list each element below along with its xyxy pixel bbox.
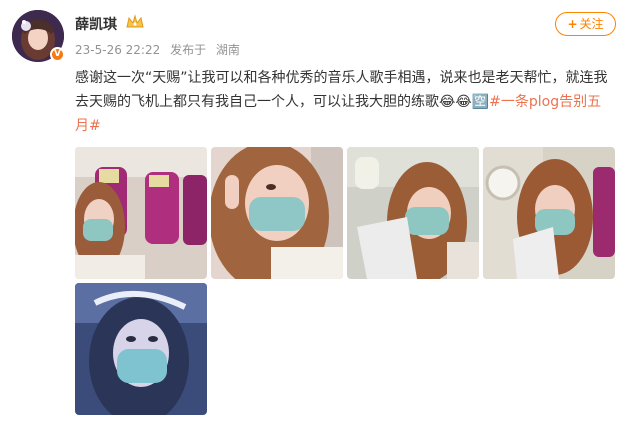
crown-icon[interactable] xyxy=(125,14,145,30)
photo-blue-tint-selfie xyxy=(75,283,207,415)
photo-airplane-door xyxy=(483,147,615,279)
follow-button[interactable]: + 关注 xyxy=(555,12,616,36)
post-meta: 23-5-26 22:22 发布于 湖南 xyxy=(75,41,246,58)
photo-1[interactable] xyxy=(75,147,207,279)
photo-5[interactable] xyxy=(75,283,207,415)
photo-airplane-seats xyxy=(75,147,207,279)
post-source-prefix: 发布于 xyxy=(170,43,207,57)
photo-4[interactable] xyxy=(483,147,615,279)
photo-window-seat xyxy=(347,147,479,279)
photo-selfie-closeup xyxy=(211,147,343,279)
post-location: 湖南 xyxy=(215,43,240,57)
photo-2[interactable] xyxy=(211,147,343,279)
post-timestamp[interactable]: 23-5-26 22:22 xyxy=(75,43,160,57)
photo-3[interactable] xyxy=(347,147,479,279)
username[interactable]: 薛凯琪 xyxy=(75,14,117,34)
post-text: 感谢这一次“天赐”让我可以和各种优秀的音乐人歌手相遇，说来也是老天帮忙，就连我去… xyxy=(75,66,615,138)
verified-badge-icon: V xyxy=(50,47,65,62)
plus-icon: + xyxy=(567,17,578,31)
follow-button-label: 关注 xyxy=(579,17,604,31)
